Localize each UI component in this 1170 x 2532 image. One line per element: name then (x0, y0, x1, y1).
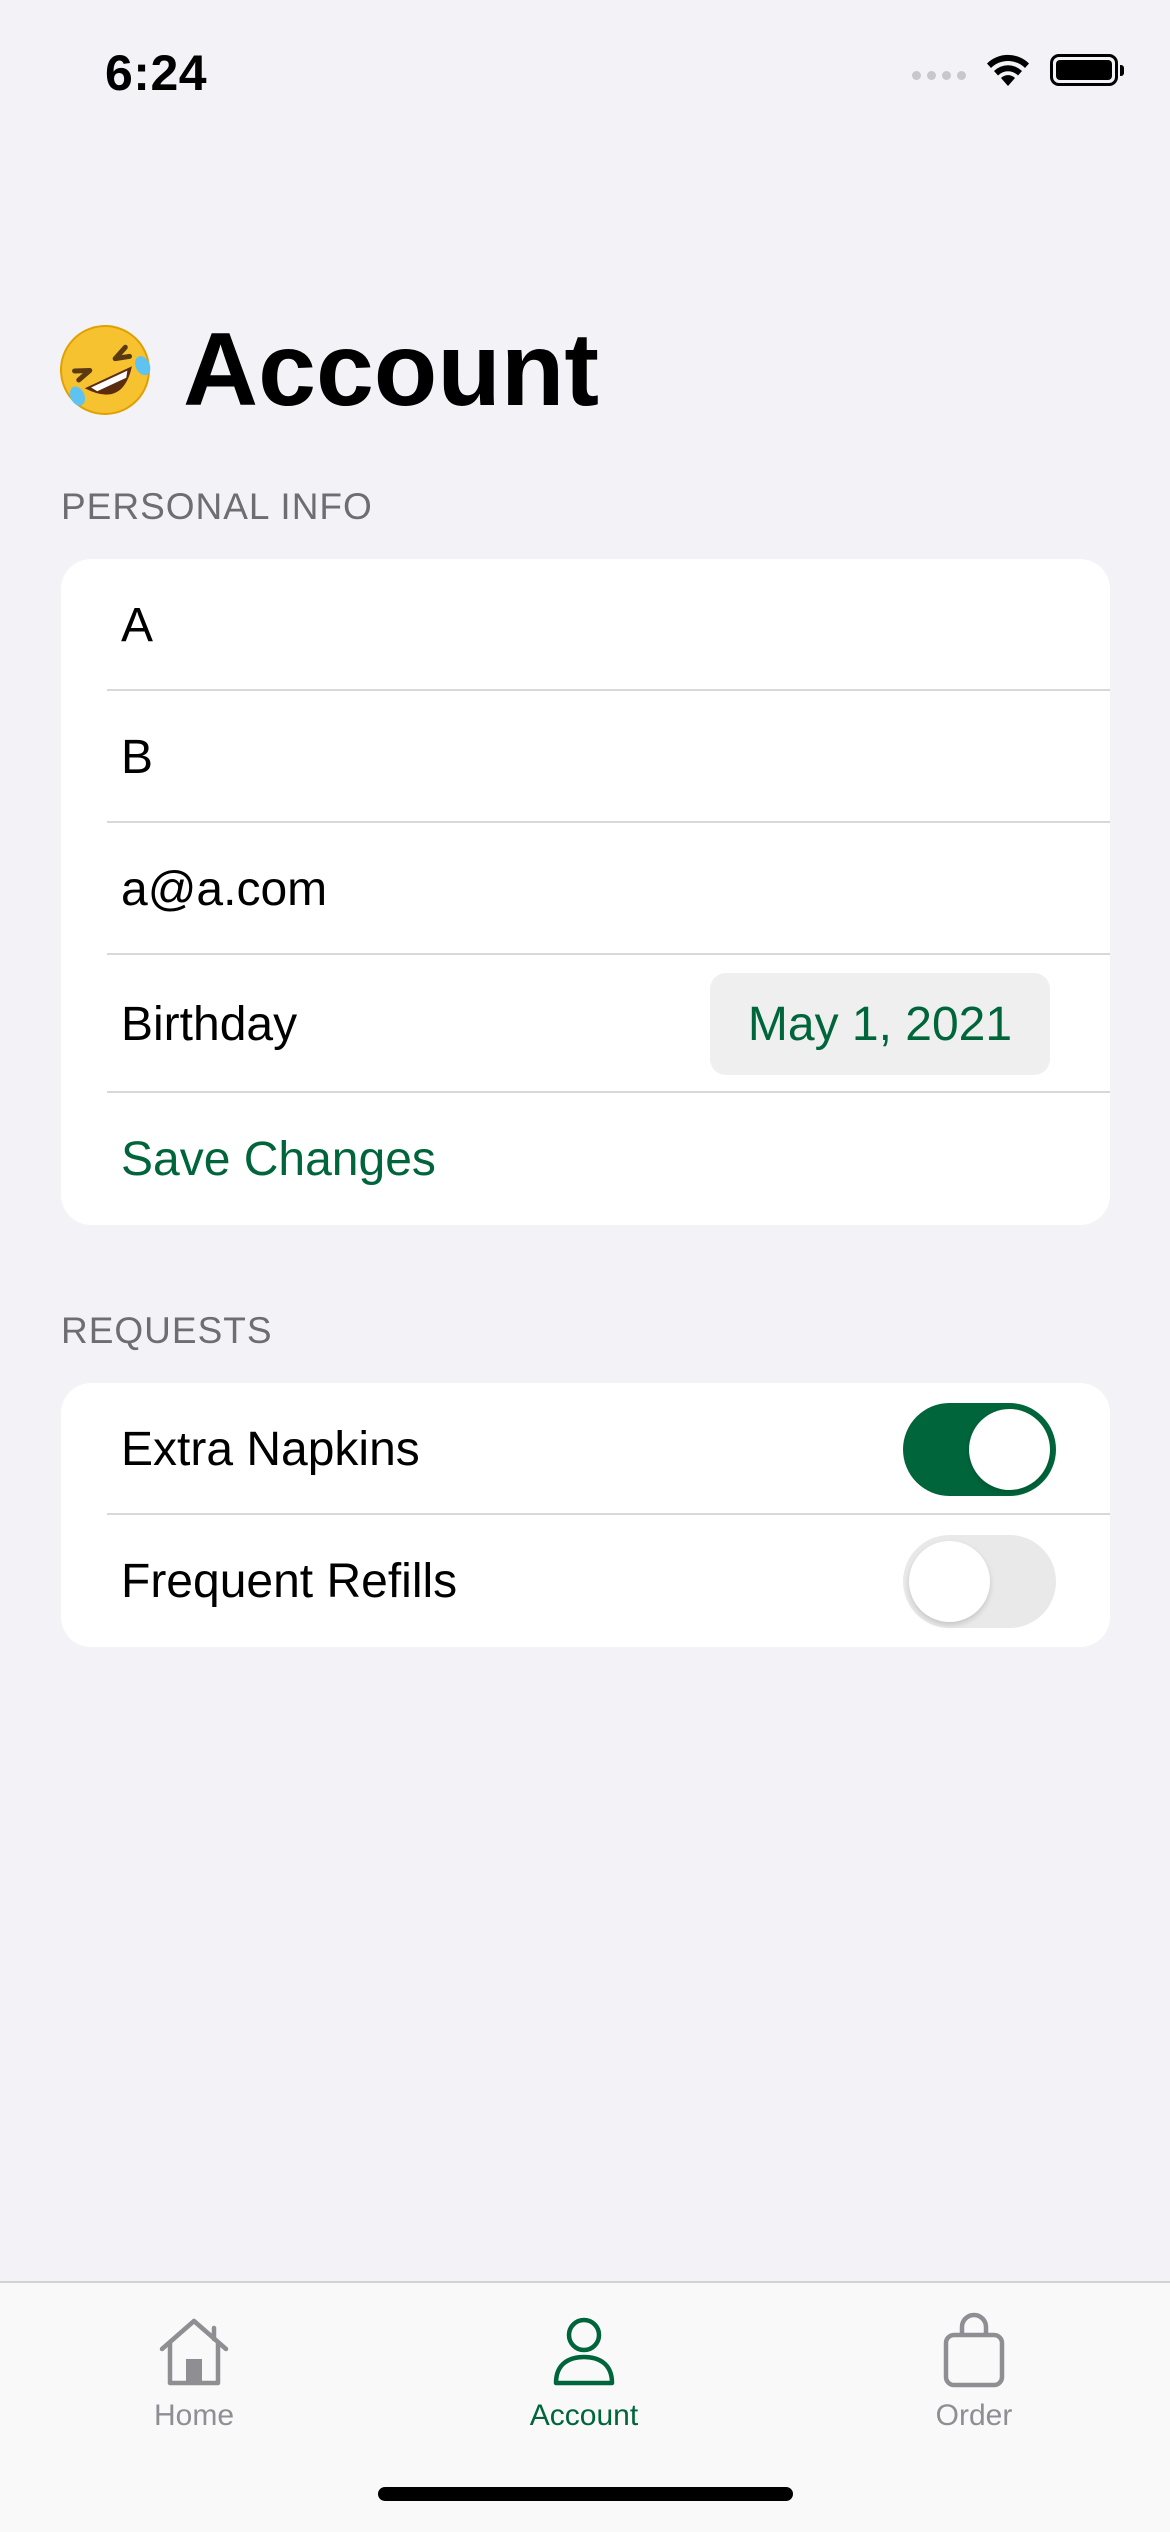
requests-section-title: REQUESTS (61, 1310, 273, 1351)
birthday-date-picker[interactable]: May 1, 2021 (710, 973, 1050, 1075)
page-title-text: Account (183, 312, 599, 428)
extra-napkins-toggle[interactable] (903, 1403, 1056, 1496)
toggle-knob (969, 1409, 1050, 1490)
email-value: a@a.com (121, 862, 328, 916)
tab-home[interactable]: Home (84, 2309, 304, 2433)
frequent-refills-row: Frequent Refills (61, 1515, 1110, 1647)
tab-account-label: Account (529, 2399, 639, 2432)
first-name-value: A (121, 598, 154, 652)
page-title: Account (55, 318, 599, 422)
last-name-value: B (121, 730, 154, 784)
wifi-icon (987, 54, 1029, 86)
tab-account[interactable]: Account (474, 2309, 694, 2433)
frequent-refills-label: Frequent Refills (121, 1554, 458, 1608)
save-changes-label: Save Changes (121, 1132, 436, 1186)
tab-order-label: Order (935, 2399, 1013, 2432)
tab-order[interactable]: Order (864, 2309, 1084, 2433)
save-changes-button[interactable]: Save Changes (61, 1093, 1110, 1225)
status-bar: 6:24 (0, 0, 1170, 140)
extra-napkins-label: Extra Napkins (121, 1422, 420, 1476)
birthday-label: Birthday (121, 997, 298, 1051)
requests-card: Extra Napkins Frequent Refills (61, 1383, 1110, 1647)
personal-info-card: A B a@a.com Birthday May 1, 2021 Save Ch… (61, 559, 1110, 1225)
status-icons (912, 52, 1124, 88)
first-name-field[interactable]: A (61, 559, 1110, 691)
battery-icon (1050, 54, 1124, 86)
rolling-on-floor-laughing-emoji-icon (60, 325, 151, 415)
toggle-knob (909, 1541, 990, 1622)
person-icon (553, 2317, 615, 2386)
personal-info-section-title: PERSONAL INFO (61, 486, 373, 527)
extra-napkins-row: Extra Napkins (61, 1383, 1110, 1515)
birthday-row: Birthday May 1, 2021 (61, 955, 1110, 1093)
frequent-refills-toggle[interactable] (903, 1535, 1056, 1628)
home-indicator[interactable] (378, 2487, 793, 2501)
tab-home-label: Home (153, 2399, 235, 2432)
last-name-field[interactable]: B (61, 691, 1110, 823)
status-time: 6:24 (105, 45, 208, 101)
house-icon (159, 2318, 229, 2386)
bag-icon (943, 2312, 1005, 2388)
cellular-signal-icon (912, 70, 966, 80)
email-field[interactable]: a@a.com (61, 823, 1110, 955)
